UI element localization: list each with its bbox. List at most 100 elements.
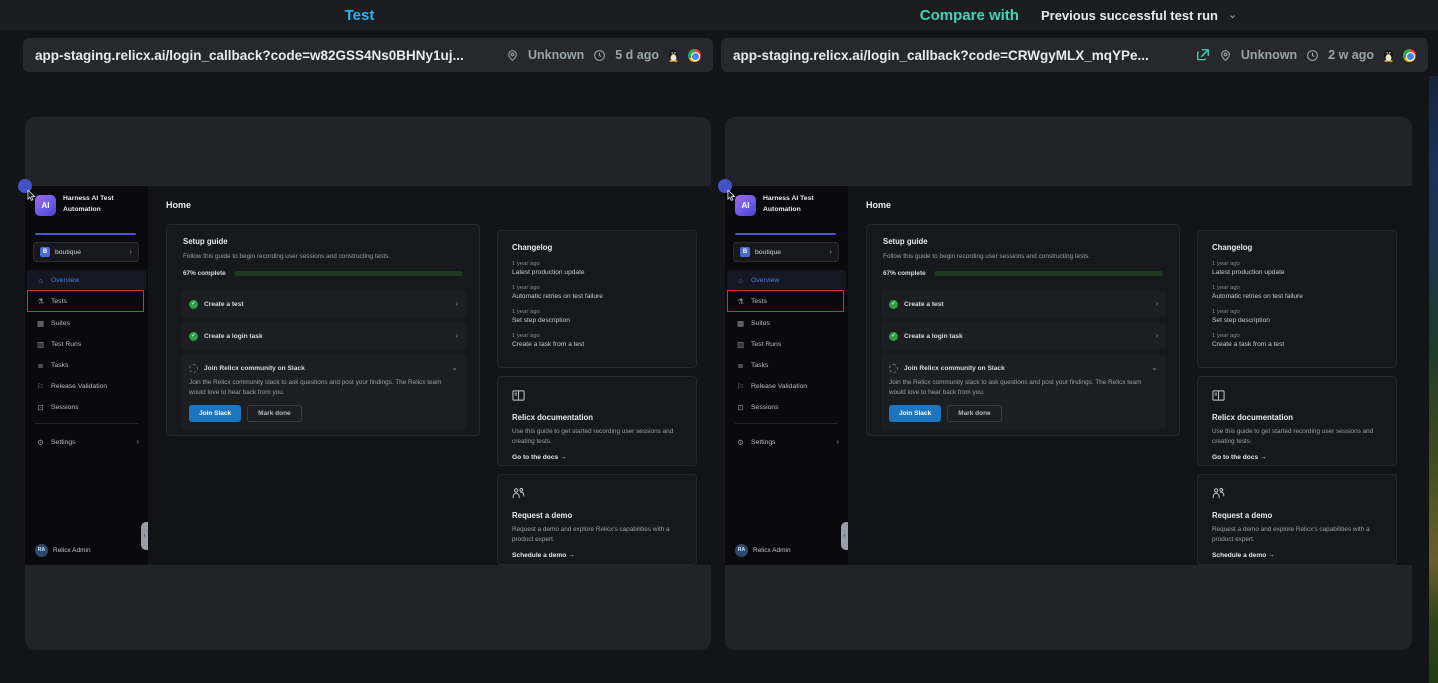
book-icon xyxy=(512,389,525,402)
columns-icon: ▥ xyxy=(736,340,745,349)
user-name: Relicx Admin xyxy=(753,547,791,554)
changelog-entry: 1 year ago Set step description xyxy=(1212,309,1382,324)
compare-url-text: app-staging.relicx.ai/login_callback?cod… xyxy=(733,48,1186,63)
documentation-title: Relicx documentation xyxy=(1212,413,1382,422)
sidebar-item-tasks: ≣ Tasks xyxy=(27,355,146,375)
sidebar-item-settings: ⚙ Settings › xyxy=(27,432,146,452)
setup-item-label: Create a test xyxy=(204,301,449,308)
request-demo-title: Request a demo xyxy=(1212,511,1382,520)
changelog-card: Changelog 1 year ago Latest production u… xyxy=(1197,230,1397,368)
gear-icon: ⚙ xyxy=(736,438,745,447)
changelog-entry: 1 year ago Set step description xyxy=(512,309,682,324)
sidebar-item-suites: ▦ Suites xyxy=(727,313,846,333)
changelog-text: Set step description xyxy=(1212,317,1382,324)
chevron-right-icon: › xyxy=(829,248,832,256)
nav-label: Tasks xyxy=(751,362,768,369)
tag-icon: ⚐ xyxy=(36,382,45,391)
header-right-half: Compare with Previous successful test ru… xyxy=(719,0,1438,30)
setup-guide-title: Setup guide xyxy=(183,237,228,246)
unchecked-circle-icon xyxy=(889,364,898,373)
brand-divider xyxy=(735,233,836,235)
tests-highlight-annotation xyxy=(27,290,144,312)
external-link-icon[interactable] xyxy=(1196,48,1210,62)
progress-bar xyxy=(934,271,1163,276)
sidebar-item-overview: ⌂ Overview xyxy=(27,270,146,290)
columns-icon: ▥ xyxy=(36,340,45,349)
setup-guide-card: Setup guide Follow this guide to begin r… xyxy=(866,224,1180,436)
project-selector: B boutique › xyxy=(733,242,839,262)
changelog-title: Changelog xyxy=(1212,243,1382,252)
chrome-browser-icon xyxy=(1403,49,1416,62)
changelog-card: Changelog 1 year ago Latest production u… xyxy=(497,230,697,368)
chevron-right-icon: › xyxy=(136,438,139,446)
nav-label: Overview xyxy=(751,277,779,284)
setup-item-create-test: ✓ Create a test › xyxy=(181,291,466,317)
chrome-browser-icon xyxy=(688,49,701,62)
compare-url-bar[interactable]: app-staging.relicx.ai/login_callback?cod… xyxy=(721,38,1428,72)
changelog-entry: 1 year ago Latest production update xyxy=(1212,261,1382,276)
nav-label: Release Validation xyxy=(751,383,807,390)
brand-title: Harness AI Test Automation xyxy=(763,194,845,216)
setup-item-join-slack: Join Relicx community on Slack ⌄ Join th… xyxy=(181,355,466,429)
gear-icon: ⚙ xyxy=(36,438,45,447)
progress-bar xyxy=(234,271,463,276)
setup-item-label: Create a test xyxy=(904,301,1149,308)
location-pin-icon xyxy=(506,49,519,62)
changelog-text: Set step description xyxy=(512,317,682,324)
test-url-meta: Unknown 5 d ago xyxy=(506,48,701,62)
progress-label: 67% complete xyxy=(883,270,926,277)
nav-label: Sessions xyxy=(51,404,79,411)
documentation-card: Relicx documentation Use this guide to g… xyxy=(497,376,697,466)
chevron-right-icon: › xyxy=(455,300,458,308)
changelog-time: 1 year ago xyxy=(1212,333,1382,339)
nav-label: Overview xyxy=(51,277,79,284)
location-pin-icon xyxy=(1219,49,1232,62)
home-icon: ⌂ xyxy=(36,276,45,285)
test-column-label: Test xyxy=(345,7,375,24)
setup-item-label: Create a login task xyxy=(904,333,1149,340)
chevron-down-icon: ⌄ xyxy=(1151,364,1158,372)
brand-divider xyxy=(35,233,136,235)
setup-item-create-login-task: ✓ Create a login task › xyxy=(881,323,1166,349)
changelog-entry: 1 year ago Automatic retries on test fai… xyxy=(512,285,682,300)
go-to-docs-link: Go to the docs → xyxy=(1212,454,1382,461)
location-label: Unknown xyxy=(528,48,584,62)
comparison-header: Test Compare with Previous successful te… xyxy=(0,0,1438,30)
tests-highlight-annotation xyxy=(727,290,844,312)
sidebar-collapse-handle: ‹ xyxy=(841,522,848,550)
video-icon: ⊡ xyxy=(736,403,745,412)
compare-with-label: Compare with xyxy=(920,7,1019,24)
setup-item-description: Join the Relicx community slack to ask q… xyxy=(889,378,1158,398)
request-demo-description: Request a demo and explore Relicx's capa… xyxy=(1212,525,1382,545)
changelog-time: 1 year ago xyxy=(1212,285,1382,291)
test-url-bar[interactable]: app-staging.relicx.ai/login_callback?cod… xyxy=(23,38,713,72)
sidebar-item-overview: ⌂ Overview xyxy=(727,270,846,290)
go-to-docs-link: Go to the docs → xyxy=(512,454,682,461)
setup-guide-title: Setup guide xyxy=(883,237,928,246)
brand-title: Harness AI Test Automation xyxy=(63,194,145,216)
nav-label: Suites xyxy=(51,320,70,327)
project-selector: B boutique › xyxy=(33,242,139,262)
schedule-demo-link: Schedule a demo → xyxy=(512,552,682,559)
sidebar-collapse-handle: ‹ xyxy=(141,522,148,550)
documentation-description: Use this guide to get started recording … xyxy=(1212,427,1382,447)
check-icon: ✓ xyxy=(189,332,198,341)
setup-item-label: Join Relicx community on Slack xyxy=(204,365,445,372)
documentation-title: Relicx documentation xyxy=(512,413,682,422)
setup-progress: 67% complete xyxy=(883,270,1163,277)
header-left-half: Test xyxy=(0,0,719,30)
documentation-card: Relicx documentation Use this guide to g… xyxy=(1197,376,1397,466)
mark-done-button: Mark done xyxy=(947,405,1002,422)
harness-logo: AI xyxy=(35,195,56,216)
sidebar-divider xyxy=(35,423,138,424)
join-slack-button: Join Slack xyxy=(189,405,241,422)
join-slack-button: Join Slack xyxy=(889,405,941,422)
nav-label: Test Runs xyxy=(751,341,781,348)
compare-screenshot: AI Harness AI Test Automation B boutique… xyxy=(725,186,1412,565)
chevron-down-icon: ⌄ xyxy=(451,364,458,372)
setup-item-create-test: ✓ Create a test › xyxy=(881,291,1166,317)
changelog-title: Changelog xyxy=(512,243,682,252)
compare-run-dropdown[interactable]: Previous successful test run ⌄ xyxy=(1041,8,1237,23)
setup-guide-subtitle: Follow this guide to begin recording use… xyxy=(183,253,390,260)
changelog-text: Latest production update xyxy=(512,269,682,276)
